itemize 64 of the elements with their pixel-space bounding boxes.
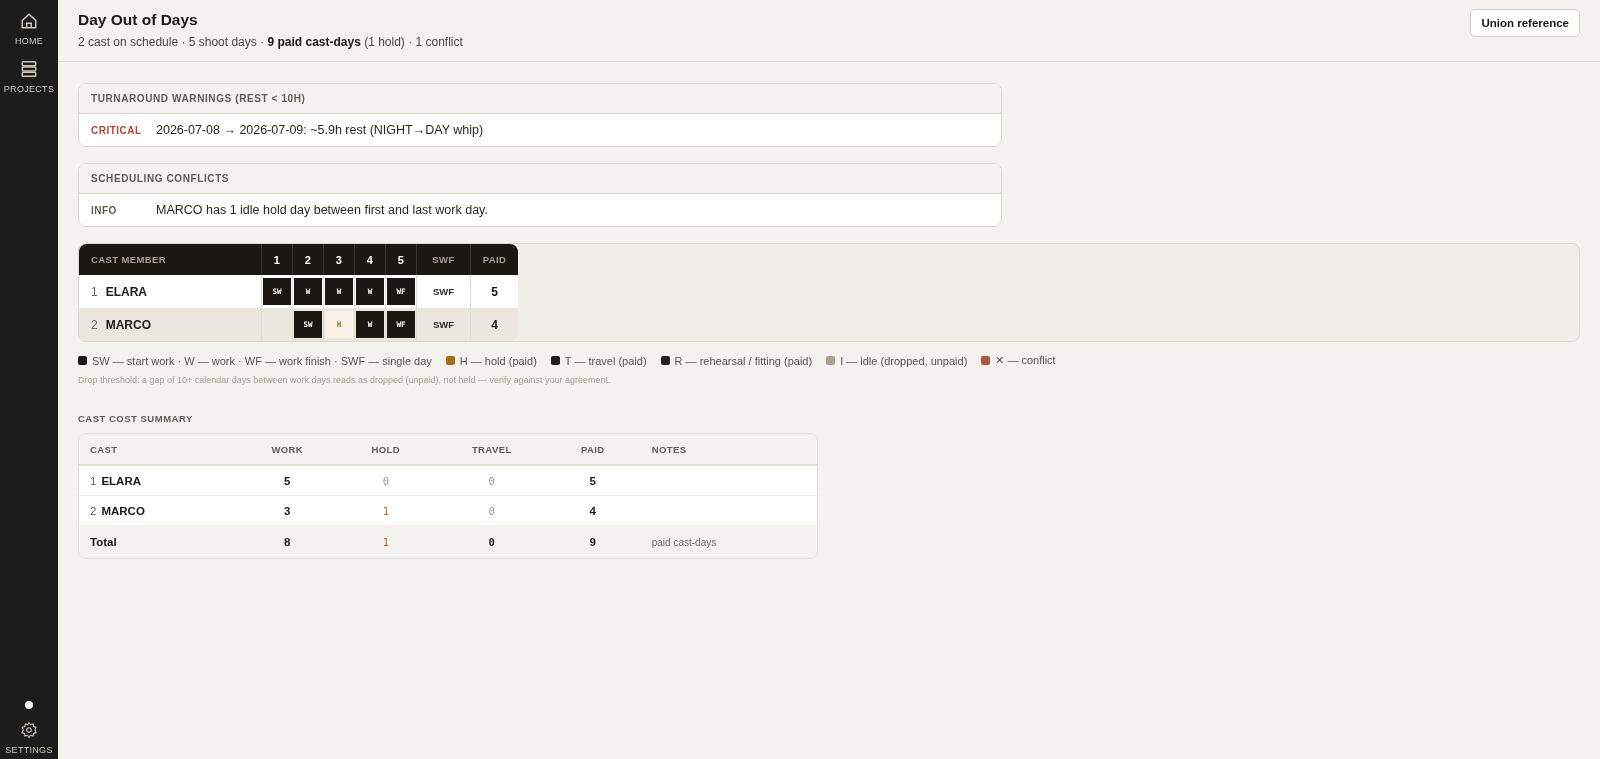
- nav-item[interactable]: HOME: [14, 12, 44, 46]
- row-number: 1: [91, 284, 98, 299]
- table-cell: 1: [382, 536, 389, 548]
- table-cell: 0: [488, 536, 495, 548]
- legend-label: I — idle (dropped, unpaid): [840, 354, 968, 367]
- footnote: Drop threshold: a gap of 10+ calendar days between work days reads as dropped (unpaid), not held — verify against your agreement.: [78, 375, 612, 385]
- row-number: 2: [91, 317, 98, 332]
- union-reference-button[interactable]: Union reference: [1470, 9, 1580, 37]
- home-icon[interactable]: [20, 12, 38, 30]
- table-cell: 9: [589, 536, 596, 548]
- column-header: 3: [323, 244, 355, 275]
- column-header: 1: [261, 244, 293, 275]
- cast-name: ELARA: [101, 474, 142, 487]
- column-header: SWF: [416, 244, 471, 275]
- column-header: CAST: [79, 434, 253, 465]
- table-cell: 0: [382, 474, 389, 487]
- column-header: TRAVEL: [449, 434, 534, 465]
- column-header: PAID: [533, 434, 652, 465]
- legend-label: R — rehearsal / fitting (paid): [674, 354, 813, 367]
- total-note: paid cast-days: [651, 537, 717, 548]
- table-cell: 5: [284, 474, 291, 487]
- column-header: NOTES: [651, 434, 817, 465]
- table-cell: 4: [589, 504, 596, 517]
- column-header: 2: [292, 244, 324, 275]
- table-cell: 0: [488, 504, 495, 517]
- column-header: HOLD: [321, 434, 450, 465]
- column-header: 5: [385, 244, 417, 275]
- page-title: Day Out of Days: [78, 11, 199, 29]
- severity-label: INFO: [91, 204, 118, 216]
- cast-name: ELARA: [105, 284, 148, 299]
- nav-item[interactable]: PROJECTS: [3, 60, 55, 94]
- issue-message: 2026-07-08 → 2026-07-09: ~5.9h rest (NIGHT→DAY whip): [156, 123, 484, 137]
- table-cell: 1: [382, 504, 389, 517]
- status-dot: [25, 701, 33, 709]
- cast-name: MARCO: [105, 317, 151, 332]
- stack-icon[interactable]: [20, 60, 38, 78]
- column-header: 4: [354, 244, 386, 275]
- swf-label: SWF: [432, 319, 455, 330]
- legend-label: T — travel (paid): [564, 354, 647, 367]
- settings-icon[interactable]: [20, 721, 38, 739]
- row-number: 1: [90, 474, 97, 487]
- column-header: WORK: [252, 434, 322, 465]
- severity-label: CRITICAL: [91, 124, 143, 136]
- nav-item[interactable]: SETTINGS: [5, 721, 53, 755]
- legend-label: ✕ — conflict: [995, 354, 1056, 367]
- table-cell: 3: [284, 504, 291, 517]
- section-title: CAST COST SUMMARY: [78, 413, 194, 424]
- row-number: 2: [90, 504, 97, 517]
- legend-label: SW — start work · W — work · WF — work finish · SWF — single day: [92, 354, 432, 367]
- panel-title: TURNAROUND WARNINGS (REST < 10H): [91, 93, 306, 104]
- table-cell: 8: [284, 536, 291, 548]
- paid-count: 4: [491, 317, 498, 332]
- swf-label: SWF: [432, 286, 455, 297]
- table-cell: 0: [488, 474, 495, 487]
- paid-count: 5: [491, 284, 498, 299]
- total-label: Total: [90, 536, 117, 548]
- table-cell: 5: [589, 474, 596, 487]
- column-header: CAST MEMBER: [79, 244, 262, 275]
- column-header: PAID: [470, 244, 518, 275]
- page-subtitle: 2 cast on schedule · 5 shoot days · 9 paid cast-days (1 hold) · 1 conflict: [78, 35, 463, 49]
- panel-title: SCHEDULING CONFLICTS: [91, 173, 230, 184]
- cast-name: MARCO: [101, 504, 145, 517]
- issue-message: MARCO has 1 idle hold day between first and last work day.: [156, 203, 488, 217]
- legend-label: H — hold (paid): [459, 354, 537, 367]
